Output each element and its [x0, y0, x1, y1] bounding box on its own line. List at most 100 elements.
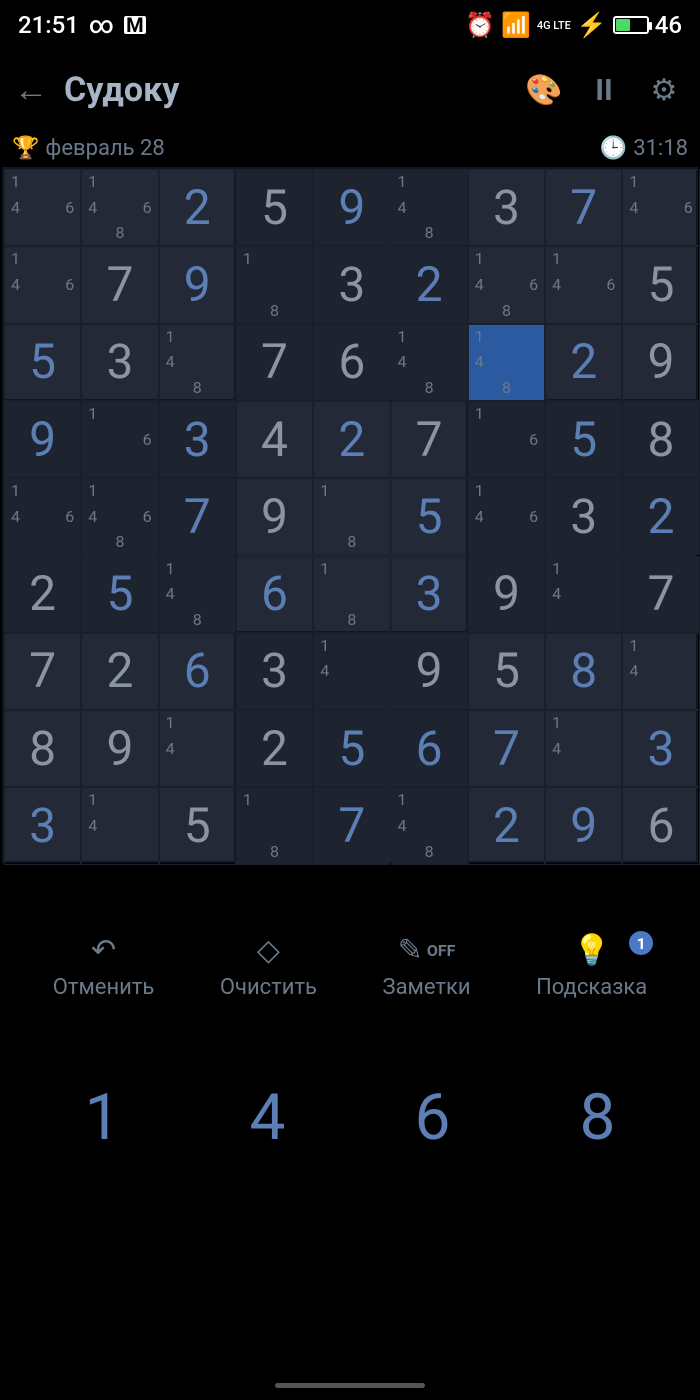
cell-r3-c8[interactable]: 8 — [622, 401, 699, 478]
cell-r4-c6[interactable]: 146 — [468, 478, 545, 555]
cell-r7-c3[interactable]: 2 — [236, 710, 313, 787]
cell-r0-c5[interactable]: 148 — [391, 169, 468, 246]
cell-r1-c4[interactable]: 3 — [313, 246, 390, 323]
cell-r5-c8[interactable]: 7 — [622, 556, 699, 633]
numpad-1[interactable]: 1 — [85, 1080, 121, 1155]
theme-button[interactable]: 🎨 — [522, 73, 566, 108]
candidate-8: 8 — [270, 303, 279, 319]
cell-r1-c0[interactable]: 146 — [4, 246, 81, 323]
cell-r2-c6[interactable]: 148 — [468, 324, 545, 401]
cell-r8-c8[interactable]: 6 — [622, 787, 699, 864]
cell-r3-c2[interactable]: 3 — [159, 401, 236, 478]
cell-r8-c5[interactable]: 148 — [391, 787, 468, 864]
cell-r2-c3[interactable]: 7 — [236, 324, 313, 401]
cell-r8-c0[interactable]: 3 — [4, 787, 81, 864]
cell-r6-c7[interactable]: 8 — [545, 633, 622, 710]
cell-r2-c8[interactable]: 9 — [622, 324, 699, 401]
cell-r6-c0[interactable]: 7 — [4, 633, 81, 710]
candidate-1: 1 — [398, 329, 407, 345]
cell-value: 3 — [570, 493, 597, 541]
cell-r7-c4[interactable]: 5 — [313, 710, 390, 787]
cell-r1-c8[interactable]: 5 — [622, 246, 699, 323]
cell-r7-c6[interactable]: 7 — [468, 710, 545, 787]
cell-r7-c8[interactable]: 3 — [622, 710, 699, 787]
cell-r7-c1[interactable]: 9 — [81, 710, 158, 787]
cell-r8-c3[interactable]: 18 — [236, 787, 313, 864]
cell-r3-c7[interactable]: 5 — [545, 401, 622, 478]
undo-button[interactable]: ↶ Отменить — [53, 933, 155, 1000]
cell-r3-c4[interactable]: 2 — [313, 401, 390, 478]
cell-r2-c0[interactable]: 5 — [4, 324, 81, 401]
cell-r1-c6[interactable]: 1468 — [468, 246, 545, 323]
cell-r8-c2[interactable]: 5 — [159, 787, 236, 864]
sudoku-board[interactable]: 1461468259148371461467918321468146553148… — [2, 167, 698, 863]
numpad-6[interactable]: 6 — [415, 1080, 451, 1155]
cell-r2-c2[interactable]: 148 — [159, 324, 236, 401]
cell-r6-c4[interactable]: 14 — [313, 633, 390, 710]
cell-r5-c2[interactable]: 148 — [159, 556, 236, 633]
cell-r6-c2[interactable]: 6 — [159, 633, 236, 710]
cell-r0-c2[interactable]: 2 — [159, 169, 236, 246]
cell-r6-c8[interactable]: 14 — [622, 633, 699, 710]
cell-r4-c5[interactable]: 5 — [391, 478, 468, 555]
home-indicator[interactable] — [275, 1383, 425, 1388]
cell-r4-c0[interactable]: 146 — [4, 478, 81, 555]
candidate-6: 6 — [143, 432, 152, 448]
cell-r6-c3[interactable]: 3 — [236, 633, 313, 710]
cell-r4-c3[interactable]: 9 — [236, 478, 313, 555]
numpad-8[interactable]: 8 — [580, 1080, 616, 1155]
cell-r1-c2[interactable]: 9 — [159, 246, 236, 323]
cell-r1-c3[interactable]: 18 — [236, 246, 313, 323]
cell-r5-c0[interactable]: 2 — [4, 556, 81, 633]
candidate-6: 6 — [65, 200, 74, 216]
back-button[interactable]: ← — [14, 70, 48, 110]
cell-r7-c2[interactable]: 14 — [159, 710, 236, 787]
cell-r5-c7[interactable]: 14 — [545, 556, 622, 633]
pause-button[interactable]: II — [582, 73, 626, 108]
cell-r2-c5[interactable]: 148 — [391, 324, 468, 401]
cell-r4-c4[interactable]: 18 — [313, 478, 390, 555]
cell-r8-c1[interactable]: 14 — [81, 787, 158, 864]
cell-r4-c2[interactable]: 7 — [159, 478, 236, 555]
hint-button[interactable]: 💡 1 Подсказка — [536, 933, 647, 1000]
cell-r1-c7[interactable]: 146 — [545, 246, 622, 323]
cell-r5-c1[interactable]: 5 — [81, 556, 158, 633]
cell-r5-c3[interactable]: 6 — [236, 556, 313, 633]
cell-r3-c3[interactable]: 4 — [236, 401, 313, 478]
erase-button[interactable]: ◇ Очистить — [220, 933, 317, 1000]
cell-r6-c1[interactable]: 2 — [81, 633, 158, 710]
cell-r0-c6[interactable]: 3 — [468, 169, 545, 246]
cell-r0-c7[interactable]: 7 — [545, 169, 622, 246]
cell-r0-c0[interactable]: 146 — [4, 169, 81, 246]
cell-r5-c6[interactable]: 9 — [468, 556, 545, 633]
cell-r6-c5[interactable]: 9 — [391, 633, 468, 710]
cell-r5-c4[interactable]: 18 — [313, 556, 390, 633]
cell-r0-c1[interactable]: 1468 — [81, 169, 158, 246]
cell-r3-c1[interactable]: 16 — [81, 401, 158, 478]
cell-r0-c4[interactable]: 9 — [313, 169, 390, 246]
cell-r4-c7[interactable]: 3 — [545, 478, 622, 555]
cell-r8-c4[interactable]: 7 — [313, 787, 390, 864]
cell-r8-c6[interactable]: 2 — [468, 787, 545, 864]
cell-r0-c8[interactable]: 146 — [622, 169, 699, 246]
cell-r1-c5[interactable]: 2 — [391, 246, 468, 323]
cell-r1-c1[interactable]: 7 — [81, 246, 158, 323]
cell-r2-c1[interactable]: 3 — [81, 324, 158, 401]
cell-r5-c5[interactable]: 3 — [391, 556, 468, 633]
numpad-4[interactable]: 4 — [250, 1080, 286, 1155]
cell-r3-c6[interactable]: 16 — [468, 401, 545, 478]
cell-r3-c0[interactable]: 9 — [4, 401, 81, 478]
cell-r2-c4[interactable]: 6 — [313, 324, 390, 401]
cell-r7-c0[interactable]: 8 — [4, 710, 81, 787]
cell-r4-c1[interactable]: 1468 — [81, 478, 158, 555]
cell-r8-c7[interactable]: 9 — [545, 787, 622, 864]
cell-r7-c7[interactable]: 14 — [545, 710, 622, 787]
cell-r7-c5[interactable]: 6 — [391, 710, 468, 787]
cell-r3-c5[interactable]: 7 — [391, 401, 468, 478]
notes-button[interactable]: ✎OFF Заметки — [383, 933, 471, 1000]
cell-r0-c3[interactable]: 5 — [236, 169, 313, 246]
cell-r6-c6[interactable]: 5 — [468, 633, 545, 710]
cell-r2-c7[interactable]: 2 — [545, 324, 622, 401]
cell-r4-c8[interactable]: 2 — [622, 478, 699, 555]
settings-button[interactable]: ⚙ — [642, 73, 686, 108]
